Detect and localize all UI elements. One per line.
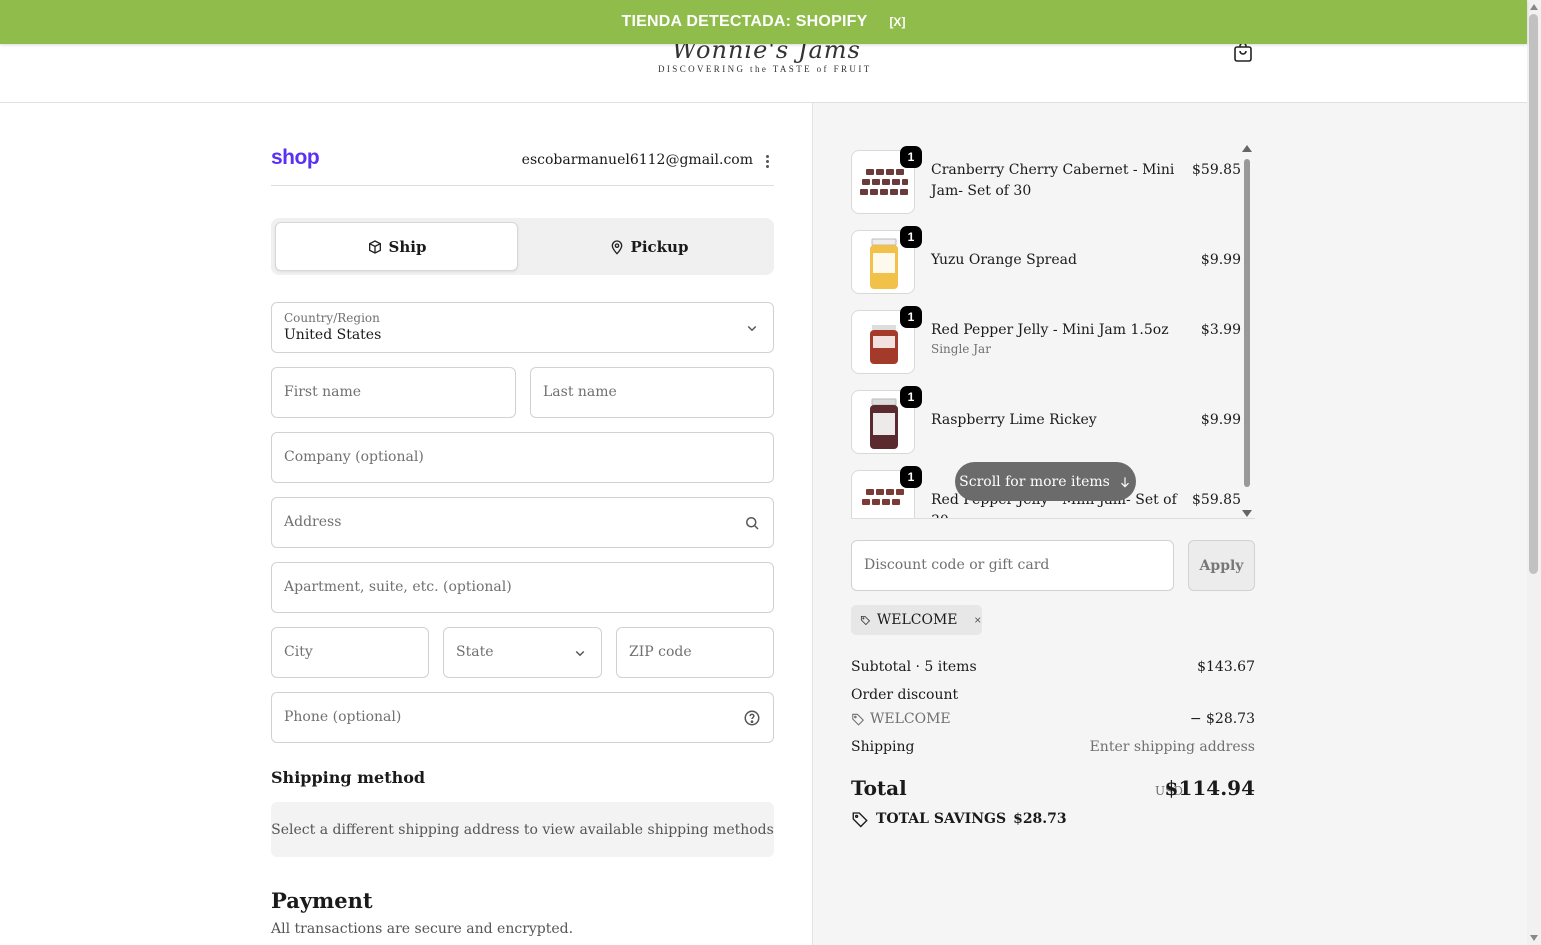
payment-subtitle: All transactions are secure and encrypte… bbox=[271, 921, 574, 937]
arrow-down-icon bbox=[1120, 476, 1129, 487]
tag-icon bbox=[852, 713, 864, 726]
subtotal-row: Subtotal · 5 items $143.67 bbox=[851, 659, 1255, 675]
page-scrollbar-thumb[interactable] bbox=[1529, 14, 1538, 574]
help-icon[interactable] bbox=[743, 709, 761, 727]
item-name: Red Pepper Jelly - Mini Jam 1.5oz bbox=[931, 322, 1169, 338]
list-item: 1 Yuzu Orange Spread $9.99 bbox=[851, 226, 1241, 294]
phone-field[interactable]: Phone (optional) bbox=[271, 692, 774, 743]
apartment-placeholder: Apartment, suite, etc. (optional) bbox=[284, 579, 512, 595]
address-placeholder: Address bbox=[284, 514, 342, 530]
company-placeholder: Company (optional) bbox=[284, 449, 424, 465]
phone-placeholder: Phone (optional) bbox=[284, 709, 402, 725]
item-price: $9.99 bbox=[1200, 412, 1241, 428]
account-menu-button[interactable] bbox=[760, 150, 774, 172]
order-discount-row: Order discount bbox=[851, 687, 1255, 703]
shipping-row: Shipping Enter shipping address bbox=[851, 739, 1255, 755]
first-name-placeholder: First name bbox=[284, 384, 362, 400]
total-savings: TOTAL SAVINGS $28.73 bbox=[851, 810, 1067, 828]
quantity-badge: 1 bbox=[900, 466, 922, 488]
banner-text: TIENDA DETECTADA: SHOPIFY bbox=[621, 13, 868, 30]
scrollbar-thumb[interactable] bbox=[1244, 159, 1250, 487]
discount-amount: − $28.73 bbox=[1189, 711, 1255, 727]
discount-code-row: WELCOME − $28.73 bbox=[851, 711, 1255, 730]
quantity-badge: 1 bbox=[900, 226, 922, 248]
summary-discount-code: WELCOME bbox=[870, 711, 951, 727]
divider bbox=[271, 185, 774, 186]
ship-label: Ship bbox=[388, 237, 427, 256]
savings-label: TOTAL SAVINGS bbox=[876, 811, 1007, 827]
shipping-value: Enter shipping address bbox=[1089, 739, 1255, 755]
pickup-option-button[interactable]: Pickup bbox=[527, 222, 770, 271]
item-name: Yuzu Orange Spread bbox=[931, 252, 1077, 268]
payment-title: Payment bbox=[271, 888, 373, 913]
shipping-label: Shipping bbox=[851, 739, 915, 755]
city-placeholder: City bbox=[284, 644, 313, 660]
account-email: escobarmanuel6112@gmail.com bbox=[521, 152, 753, 168]
shipping-method-notice: Select a different shipping address to v… bbox=[271, 802, 774, 857]
savings-value: $28.73 bbox=[1013, 811, 1067, 827]
cart-scrollbar[interactable] bbox=[1242, 145, 1252, 517]
ship-option-button[interactable]: Ship bbox=[275, 222, 518, 271]
list-item: 1 Cranberry Cherry Cabernet - Mini Jam- … bbox=[851, 146, 1241, 214]
shipping-method-title: Shipping method bbox=[271, 768, 426, 787]
country-label: Country/Region bbox=[284, 311, 380, 325]
scroll-up-arrow[interactable] bbox=[1242, 145, 1252, 152]
logo-tagline: DISCOVERING the TASTE of FRUIT bbox=[658, 64, 872, 74]
item-price: $59.85 bbox=[1192, 492, 1241, 508]
quantity-badge: 1 bbox=[900, 306, 922, 328]
zip-placeholder: ZIP code bbox=[629, 644, 692, 660]
country-select[interactable]: Country/Region United States bbox=[271, 302, 774, 353]
state-placeholder: State bbox=[456, 644, 494, 660]
order-discount-label: Order discount bbox=[851, 687, 959, 703]
applied-discount-chip: WELCOME bbox=[851, 605, 982, 635]
tag-icon bbox=[852, 812, 868, 828]
scroll-hint-text: Scroll for more items bbox=[959, 473, 1110, 490]
package-icon bbox=[368, 239, 381, 254]
page-scroll-up-arrow[interactable] bbox=[1530, 4, 1538, 10]
item-price: $3.99 bbox=[1200, 322, 1241, 338]
subtotal-value: $143.67 bbox=[1197, 659, 1255, 675]
search-icon bbox=[746, 517, 759, 530]
first-name-field[interactable]: First name bbox=[271, 367, 516, 418]
city-field[interactable]: City bbox=[271, 627, 429, 678]
discount-code-input[interactable]: Discount code or gift card bbox=[851, 540, 1174, 591]
item-name: Raspberry Lime Rickey bbox=[931, 412, 1097, 428]
apply-discount-button[interactable]: Apply bbox=[1188, 540, 1255, 591]
last-name-placeholder: Last name bbox=[543, 384, 617, 400]
delivery-method-toggle: Ship Pickup bbox=[271, 218, 774, 275]
scroll-down-arrow[interactable] bbox=[1242, 510, 1252, 517]
item-variant: Single Jar bbox=[931, 342, 991, 356]
state-select[interactable]: State bbox=[443, 627, 602, 678]
list-item: 1 Red Pepper Jelly - Mini Jam 1.5oz Sing… bbox=[851, 306, 1241, 374]
banner-close-button[interactable]: [X] bbox=[889, 15, 905, 29]
store-detected-banner: TIENDA DETECTADA: SHOPIFY [X] bbox=[0, 0, 1527, 44]
shop-pay-logo: shop bbox=[271, 146, 320, 169]
total-label: Total bbox=[851, 776, 907, 800]
total-amount: $114.94 bbox=[1164, 776, 1255, 800]
item-price: $59.85 bbox=[1192, 162, 1241, 178]
apartment-field[interactable]: Apartment, suite, etc. (optional) bbox=[271, 562, 774, 613]
quantity-badge: 1 bbox=[900, 146, 922, 168]
country-value: United States bbox=[284, 327, 382, 343]
item-price: $9.99 bbox=[1200, 252, 1241, 268]
pickup-label: Pickup bbox=[630, 237, 689, 256]
remove-discount-icon[interactable] bbox=[973, 613, 983, 627]
item-name: Cranberry Cherry Cabernet - Mini Jam- Se… bbox=[931, 162, 1175, 199]
subtotal-label: Subtotal · 5 items bbox=[851, 659, 977, 675]
zip-field[interactable]: ZIP code bbox=[616, 627, 774, 678]
quantity-badge: 1 bbox=[900, 386, 922, 408]
chevron-down-icon bbox=[575, 650, 585, 657]
page-scroll-down-arrow[interactable] bbox=[1530, 935, 1538, 941]
applied-discount-code: WELCOME bbox=[876, 612, 958, 628]
location-pin-icon bbox=[611, 239, 622, 255]
page-scrollbar[interactable] bbox=[1527, 0, 1541, 945]
chevron-down-icon bbox=[747, 325, 757, 332]
list-item: 1 Raspberry Lime Rickey $9.99 bbox=[851, 386, 1241, 454]
last-name-field[interactable]: Last name bbox=[530, 367, 774, 418]
address-field[interactable]: Address bbox=[271, 497, 774, 548]
scroll-for-more-button[interactable]: Scroll for more items bbox=[955, 462, 1136, 501]
tag-icon bbox=[860, 615, 871, 626]
discount-placeholder: Discount code or gift card bbox=[864, 557, 1050, 573]
company-field[interactable]: Company (optional) bbox=[271, 432, 774, 483]
